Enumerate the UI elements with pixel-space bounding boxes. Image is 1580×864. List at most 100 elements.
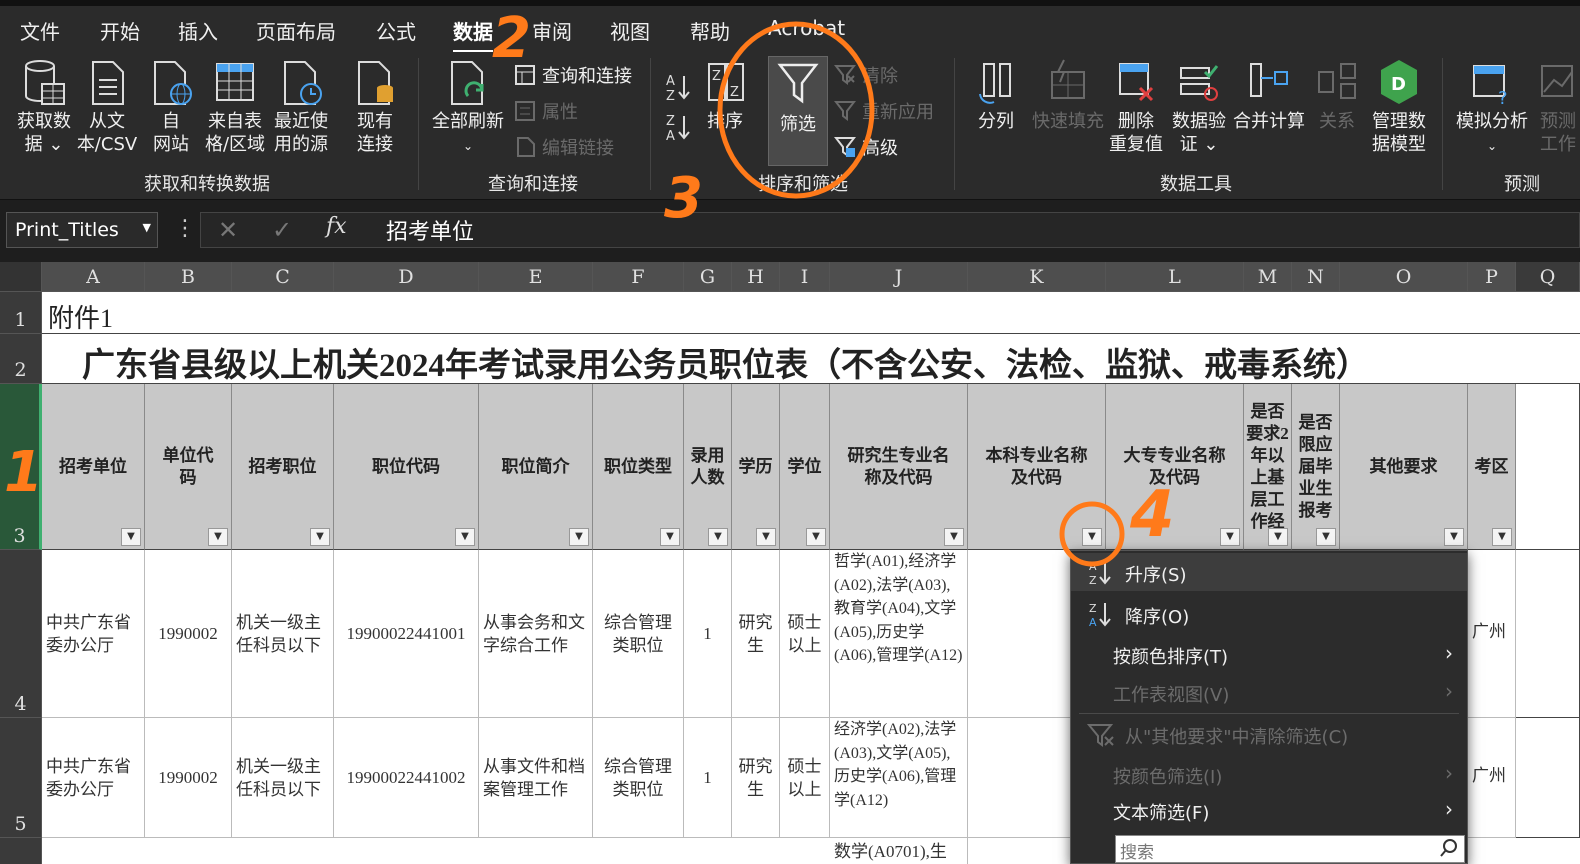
menu-item-sheet-view[interactable]: 工作表视图(V) ›: [1071, 673, 1467, 711]
filter-dropdown-icon[interactable]: ▼: [806, 528, 826, 546]
table-cell[interactable]: [1516, 718, 1580, 838]
filter-dropdown-icon[interactable]: ▼: [1268, 528, 1288, 546]
column-header[interactable]: N: [1292, 262, 1340, 292]
menu-item-sort-by-color[interactable]: 按颜色排序(T) ›: [1071, 635, 1467, 673]
column-header[interactable]: L: [1106, 262, 1244, 292]
refresh-all-button[interactable]: 全部刷新 ⌄: [430, 58, 506, 158]
flash-fill-button[interactable]: 快速填充: [1030, 58, 1106, 133]
filter-dropdown-icon[interactable]: ▼: [1220, 528, 1240, 546]
existing-connections-button[interactable]: 现有 连接: [348, 58, 402, 156]
table-cell[interactable]: 硕士以上: [780, 718, 830, 838]
queries-connections-button[interactable]: 查询和连接: [514, 62, 632, 88]
filter-dropdown-icon[interactable]: ▼: [1082, 528, 1102, 546]
edit-links-button[interactable]: 编辑链接: [514, 134, 614, 160]
what-if-analysis-button[interactable]: ? 模拟分析 ⌄: [1454, 58, 1530, 158]
menu-item-clear-filter[interactable]: 从"其他要求"中清除筛选(C): [1071, 715, 1467, 753]
remove-duplicates-button[interactable]: 删除 重复值: [1108, 58, 1164, 156]
filter-dropdown-icon[interactable]: ▼: [121, 528, 141, 546]
table-cell[interactable]: 1: [684, 550, 732, 718]
header-cell[interactable]: 本科专业名称及代码: [968, 384, 1106, 550]
header-cell[interactable]: 考区: [1468, 384, 1516, 550]
table-cell[interactable]: 综合管理类职位: [593, 550, 684, 718]
filter-dropdown-icon[interactable]: ▼: [1492, 528, 1512, 546]
row-header[interactable]: 5: [0, 718, 42, 838]
sort-ascending-icon[interactable]: AZ: [664, 72, 692, 102]
column-header[interactable]: B: [145, 262, 232, 292]
filter-dropdown-icon[interactable]: ▼: [708, 528, 728, 546]
table-cell[interactable]: 从事文件和档案管理工作: [479, 718, 593, 838]
from-text-button[interactable]: 从文 本/CSV: [76, 58, 138, 156]
tab-view[interactable]: 视图: [610, 16, 650, 45]
clear-filter-button[interactable]: 清除: [834, 62, 898, 88]
table-cell[interactable]: 经济学(A02),法学(A03),文学(A05),历史学(A06),管理学(A1…: [830, 718, 968, 838]
insert-function-icon[interactable]: fx: [326, 214, 347, 239]
filter-dropdown-icon[interactable]: ▼: [756, 528, 776, 546]
column-header[interactable]: E: [479, 262, 593, 292]
text-to-columns-button[interactable]: 分列: [968, 58, 1024, 133]
table-cell[interactable]: 1990002: [145, 550, 232, 718]
tab-home[interactable]: 开始: [100, 16, 140, 45]
reapply-button[interactable]: 重新应用: [834, 98, 934, 124]
table-cell[interactable]: [1516, 550, 1580, 718]
row-header[interactable]: 1: [0, 292, 42, 334]
table-cell[interactable]: 中共广东省委办公厅: [42, 550, 145, 718]
from-table-button[interactable]: 来自表 格/区域: [202, 58, 268, 156]
filter-dropdown-icon[interactable]: ▼: [208, 528, 228, 546]
data-validation-button[interactable]: 数据验证 ⌄: [1170, 58, 1228, 156]
table-cell[interactable]: 数学(A0701),生: [830, 838, 968, 864]
name-box[interactable]: Print_Titles ▼: [6, 212, 158, 248]
tab-formulas[interactable]: 公式: [376, 16, 416, 45]
forecast-sheet-button[interactable]: 预测 工作: [1536, 58, 1580, 156]
header-cell[interactable]: 研究生专业名称及代码: [830, 384, 968, 550]
sort-descending-icon[interactable]: ZA: [664, 112, 692, 142]
menu-item-text-filters[interactable]: 文本筛选(F) ›: [1071, 791, 1467, 829]
header-cell[interactable]: 是否限应届毕业生报考: [1292, 384, 1340, 550]
tab-file[interactable]: 文件: [20, 16, 60, 45]
header-cell[interactable]: 职位代码: [334, 384, 479, 550]
table-cell[interactable]: 1: [684, 718, 732, 838]
header-cell[interactable]: 单位代码: [145, 384, 232, 550]
menu-item-filter-by-color[interactable]: 按颜色筛选(I) ›: [1071, 755, 1467, 793]
filter-dropdown-icon[interactable]: ▼: [1316, 528, 1336, 546]
menu-item-sort-ascending[interactable]: AZ 升序(S): [1071, 553, 1467, 591]
header-cell[interactable]: 招考职位: [232, 384, 334, 550]
tab-page-layout[interactable]: 页面布局: [256, 16, 336, 45]
header-cell[interactable]: [1516, 384, 1580, 550]
tab-help[interactable]: 帮助: [690, 16, 730, 45]
search-input[interactable]: 搜索: [1115, 835, 1465, 863]
filter-dropdown-icon[interactable]: ▼: [310, 528, 330, 546]
table-cell[interactable]: 1990002: [145, 718, 232, 838]
header-cell[interactable]: 职位简介: [479, 384, 593, 550]
column-header[interactable]: Q: [1516, 262, 1580, 292]
table-cell[interactable]: 从事会务和文字综合工作: [479, 550, 593, 718]
manage-data-model-button[interactable]: D 管理数 据模型: [1368, 58, 1430, 156]
column-header[interactable]: C: [232, 262, 334, 292]
table-cell[interactable]: 机关一级主任科员以下: [232, 550, 334, 718]
filter-dropdown-icon[interactable]: ▼: [455, 528, 475, 546]
consolidate-button[interactable]: 合并计算: [1232, 58, 1306, 133]
tab-review[interactable]: 审阅: [532, 16, 572, 45]
attachment-label[interactable]: 附件1: [42, 292, 232, 334]
column-header[interactable]: D: [334, 262, 479, 292]
more-options-icon[interactable]: ⋮: [174, 216, 196, 241]
cancel-icon[interactable]: ✕: [218, 216, 238, 244]
get-data-button[interactable]: 获取数据 ⌄: [14, 58, 74, 156]
tab-data[interactable]: 数据: [453, 16, 493, 53]
tab-insert[interactable]: 插入: [178, 16, 218, 45]
table-cell[interactable]: 综合管理类职位: [593, 718, 684, 838]
row-header[interactable]: 2: [0, 334, 42, 384]
caret-down-icon[interactable]: ▼: [143, 221, 151, 234]
table-cell[interactable]: 机关一级主任科员以下: [232, 718, 334, 838]
header-cell[interactable]: 学历: [732, 384, 780, 550]
tab-acrobat[interactable]: Acrobat: [768, 16, 845, 40]
select-all-corner[interactable]: [0, 262, 42, 292]
from-web-button[interactable]: 自网站: [146, 58, 196, 156]
header-cell[interactable]: 招考单位: [42, 384, 145, 550]
advanced-filter-button[interactable]: 高级: [834, 134, 898, 160]
relationships-button[interactable]: 关系: [1312, 58, 1362, 133]
row-header[interactable]: [0, 838, 42, 864]
table-cell[interactable]: 广州: [1468, 550, 1516, 718]
table-cell[interactable]: 哲学(A01),经济学(A02),法学(A03),教育学(A04),文学(A05…: [830, 550, 968, 718]
sort-button[interactable]: ZZ 排序: [700, 58, 750, 133]
table-cell[interactable]: 硕士以上: [780, 550, 830, 718]
